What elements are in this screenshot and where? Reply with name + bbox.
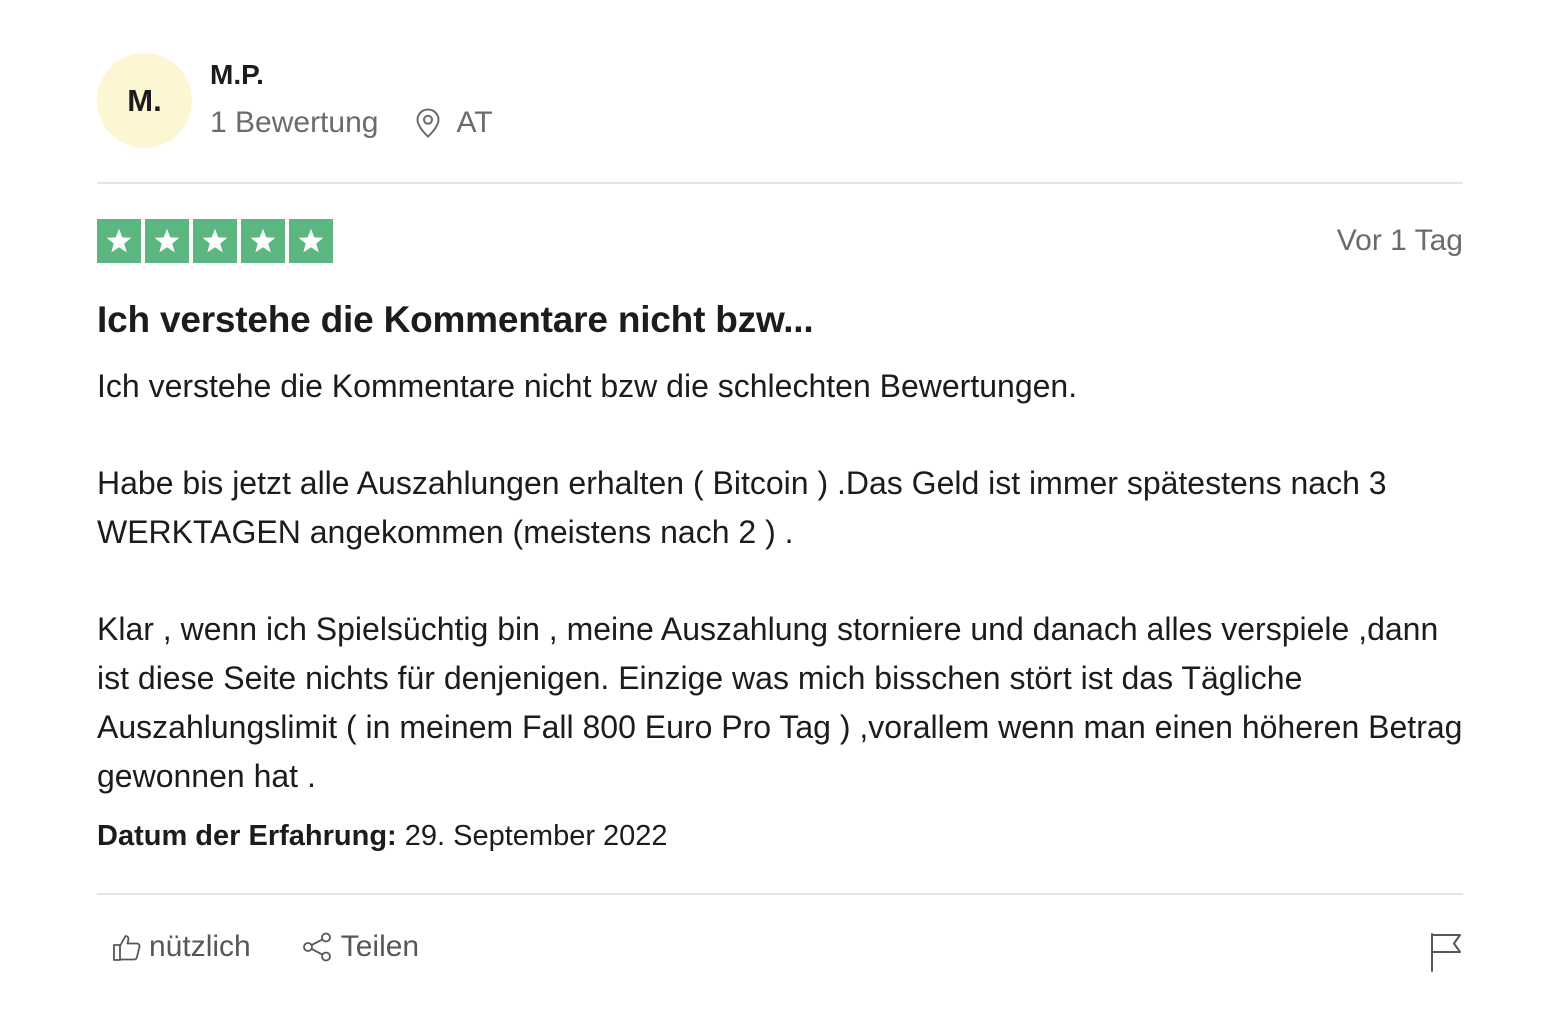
flag-icon[interactable] xyxy=(1429,932,1463,972)
reviewer-meta: 1 Bewertung AT xyxy=(210,106,493,140)
divider xyxy=(97,893,1463,895)
star-icon xyxy=(193,219,237,263)
review-count: 1 Bewertung xyxy=(210,106,379,139)
reviewer-header: M. M.P. 1 Bewertung AT xyxy=(97,53,1463,149)
review-body: Ich verstehe die Kommentare nicht bzw di… xyxy=(97,362,1463,800)
review-card: M. M.P. 1 Bewertung AT Vor 1 Tag Ich ver… xyxy=(97,0,1463,1024)
avatar[interactable]: M. xyxy=(97,53,192,148)
share-label: Teilen xyxy=(340,930,420,963)
useful-button[interactable]: nützlich xyxy=(111,930,251,964)
experience-date-label: Datum der Erfahrung: xyxy=(97,820,397,852)
star-rating xyxy=(97,219,333,263)
useful-label: nützlich xyxy=(149,930,251,963)
star-icon xyxy=(145,219,189,263)
star-icon xyxy=(97,219,141,263)
experience-date-value: 29. September 2022 xyxy=(404,820,668,852)
review-actions: nützlich Teilen xyxy=(111,930,419,964)
review-paragraph: Klar , wenn ich Spielsüchtig bin , meine… xyxy=(97,611,1463,794)
review-title[interactable]: Ich verstehe die Kommentare nicht bzw... xyxy=(97,299,814,341)
thumbs-up-icon xyxy=(113,935,141,961)
divider xyxy=(97,182,1463,184)
reviewer-country: AT xyxy=(456,106,493,139)
share-icon xyxy=(302,932,331,962)
review-paragraph: Habe bis jetzt alle Auszahlungen erhalte… xyxy=(97,465,1387,551)
share-button[interactable]: Teilen xyxy=(301,930,419,964)
review-paragraph: Ich verstehe die Kommentare nicht bzw di… xyxy=(97,368,1078,404)
avatar-initials: M. xyxy=(127,82,162,118)
star-icon xyxy=(289,219,333,263)
reviewer-name[interactable]: M.P. xyxy=(210,59,264,91)
experience-date: Datum der Erfahrung: 29. September 2022 xyxy=(97,820,668,853)
review-date: Vor 1 Tag xyxy=(1336,224,1463,257)
star-icon xyxy=(241,219,285,263)
location-pin-icon xyxy=(416,108,440,138)
